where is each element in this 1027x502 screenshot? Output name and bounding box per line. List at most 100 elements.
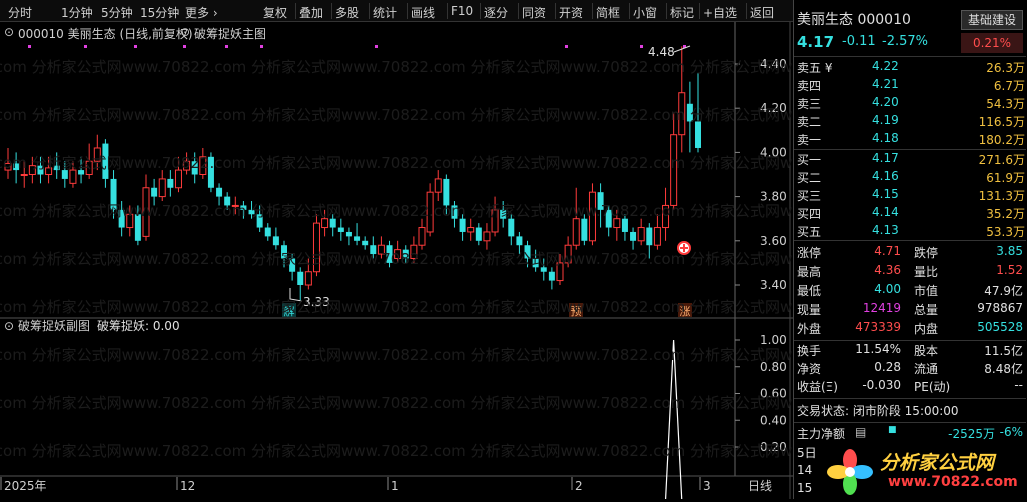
bid-label: 买四	[797, 207, 822, 221]
sub-axis-label: 0.40	[760, 413, 787, 427]
kline-chart[interactable]: 4.404.204.003.803.603.404.483.33解预涨⊙ 破筹捉妖…	[0, 0, 793, 499]
stat-label: 最高	[797, 265, 822, 279]
period-label: 日线	[748, 479, 772, 493]
row-14: 14	[797, 463, 813, 477]
ask-price: 4.19	[872, 113, 899, 127]
bid-label: 买五	[797, 225, 822, 239]
stat-label: 总量	[914, 303, 939, 317]
candle-body	[354, 236, 361, 241]
ask-label: 卖二	[797, 115, 822, 129]
ask-label: 卖一	[797, 133, 822, 147]
divider	[794, 149, 1026, 150]
stat-label: 外盘	[797, 322, 822, 336]
candle-body	[653, 227, 661, 246]
sub-indicator-name: 破筹捉妖副图	[18, 318, 90, 333]
candle-body	[329, 218, 336, 228]
signal-marker	[225, 45, 228, 48]
stat-label: 流通	[914, 362, 939, 376]
bid-price: 4.15	[872, 187, 899, 201]
date-label: 2	[575, 479, 583, 493]
signal-marker	[28, 45, 31, 48]
ask-label: 卖四	[797, 79, 822, 93]
candle-body	[459, 218, 466, 232]
stat-value: -0.030	[862, 378, 901, 392]
stat-label: 最低	[797, 284, 822, 298]
high-price-label: 4.48	[648, 45, 675, 59]
sector-change-badge: 0.21%	[961, 33, 1023, 53]
stat-label: PE(动)	[914, 380, 951, 394]
bid-volume: 271.6万	[978, 153, 1025, 167]
candle-body	[483, 231, 491, 242]
stat-label: 量比	[914, 265, 939, 279]
signal-marker	[260, 45, 263, 48]
bid-price: 4.14	[872, 205, 899, 219]
stat-value: 1.52	[996, 263, 1023, 277]
stat-value: 8.48亿	[984, 362, 1023, 376]
watermark-text: .com 分析家公式网www.70822.com 分析家公式网www.70822…	[0, 298, 793, 316]
sub-axis-label: 1.00	[760, 333, 787, 347]
candle-body	[637, 227, 645, 242]
candle-body	[646, 227, 653, 246]
stat-label: 现量	[797, 303, 822, 317]
bid-label: 买一	[797, 153, 822, 167]
signal-marker	[565, 45, 568, 48]
candle-body	[572, 218, 580, 246]
candle-body	[516, 236, 523, 246]
candle-body	[297, 271, 304, 285]
watermark-text: .com 分析家公式网www.70822.com 分析家公式网www.70822…	[0, 394, 793, 412]
stat-value: 47.9亿	[984, 284, 1023, 298]
ask-volume: 54.3万	[986, 97, 1025, 111]
divider	[794, 240, 1026, 241]
stat-value: 4.71	[874, 244, 901, 258]
bid-price: 4.17	[872, 151, 899, 165]
logo-url: www.70822.com	[888, 474, 1018, 490]
logo-text: 分析家公式网	[880, 452, 995, 474]
stat-label: 市值	[914, 284, 939, 298]
trade-state: 交易状态: 闭市阶段 15:00:00	[797, 404, 959, 418]
flow-square-icon: ■	[888, 425, 897, 435]
candle-body	[434, 178, 442, 193]
date-label: 3	[703, 479, 711, 493]
bid-volume: 61.9万	[986, 171, 1025, 185]
stat-label: 净资	[797, 362, 822, 376]
signal-marker	[134, 45, 137, 48]
quote-panel: 美丽生态 000010 基础建设 0.21% 4.17 -0.11 -2.57% 卖五 ¥ 4…	[793, 0, 1027, 499]
price-label: 3.60	[760, 234, 787, 248]
ask-price: 4.22	[872, 59, 899, 73]
divider	[794, 56, 1026, 57]
stat-label: 换手	[797, 344, 822, 358]
stat-label: 跌停	[914, 246, 939, 260]
watermark-text: .com 分析家公式网www.70822.com 分析家公式网www.70822…	[0, 346, 793, 364]
bid-volume: 131.3万	[978, 189, 1025, 203]
sector-button[interactable]: 基础建设	[961, 10, 1023, 30]
candle-body	[20, 174, 28, 176]
stat-value: 4.00	[874, 282, 901, 296]
ask-volume: 180.2万	[978, 133, 1025, 147]
stat-value: 505528	[977, 320, 1023, 334]
ask-price: 4.18	[872, 131, 899, 145]
stat-label: 内盘	[914, 322, 939, 336]
candle-body	[418, 227, 426, 246]
candle-body	[151, 187, 158, 197]
candle-body	[69, 169, 77, 184]
candle-body	[174, 169, 182, 189]
stat-value: 11.54%	[855, 342, 901, 356]
stat-label: 涨停	[797, 246, 822, 260]
bid-volume: 35.2万	[986, 207, 1025, 221]
candle-body	[613, 218, 621, 229]
stat-label: 收益(Ξ)	[797, 380, 838, 394]
watermark-text: .com 分析家公式网www.70822.com 分析家公式网www.70822…	[0, 202, 793, 220]
row-15: 15	[797, 481, 813, 495]
ask-label: 卖五 ¥	[797, 61, 833, 75]
candle-body	[362, 240, 369, 246]
candle-body	[321, 218, 329, 229]
candle-body	[345, 231, 352, 237]
signal-marker	[640, 45, 643, 48]
candle-body	[630, 231, 637, 241]
signal-marker	[84, 45, 87, 48]
last-price: 4.17	[797, 33, 835, 51]
ask-volume: 26.3万	[986, 61, 1025, 75]
ask-price: 4.21	[872, 77, 899, 91]
candle-body	[337, 227, 344, 232]
signal-marker	[183, 45, 186, 48]
